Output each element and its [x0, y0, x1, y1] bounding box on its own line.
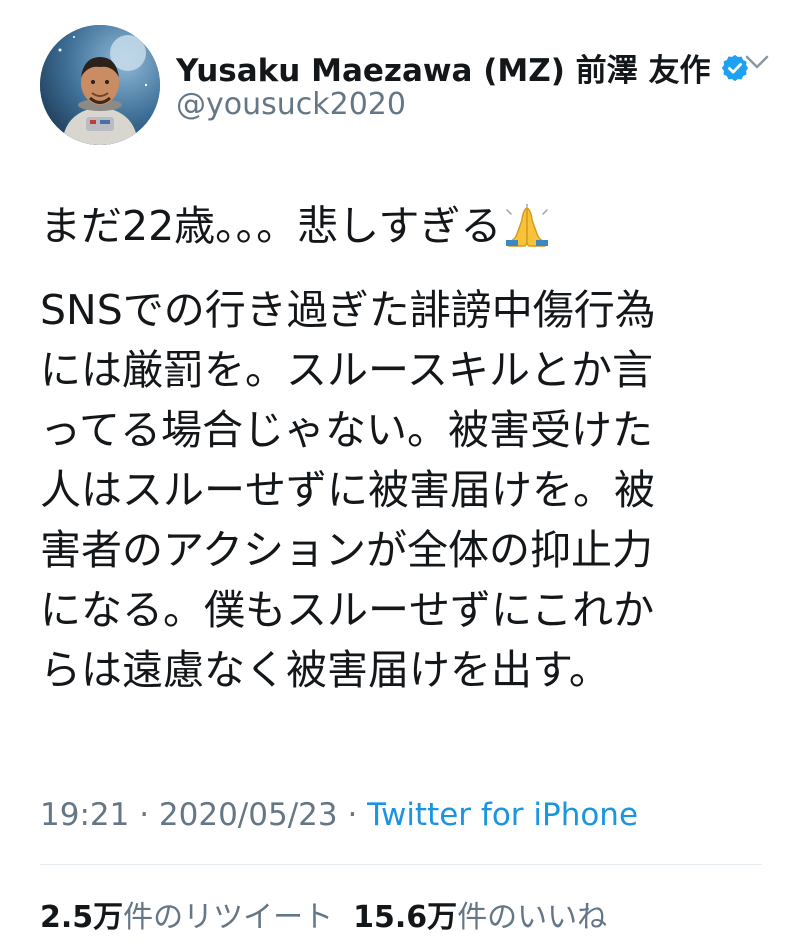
- folded-hands-emoji-icon: [506, 204, 549, 247]
- tweet-header: Yusaku Maezawa (MZ) 前澤 友作 @yousuck2020: [40, 25, 770, 150]
- tweet-line: SNSでの行き過ぎた誹謗中傷行為: [40, 286, 656, 334]
- author-handle[interactable]: @yousuck2020: [176, 87, 406, 122]
- tweet-line: 人はスルーせずに被害届けを。被: [40, 466, 655, 514]
- tweet-meta: 19:21 · 2020/05/23 · Twitter for iPhone: [40, 797, 638, 833]
- tweet-text: まだ22歳。。。悲しすぎる SNSでの行き過ぎた誹謗中傷行為 には厳罰を。スルー…: [40, 196, 760, 700]
- likes-stat[interactable]: 15.6万件のいいね: [353, 900, 607, 935]
- author-name-row[interactable]: Yusaku Maezawa (MZ) 前澤 友作: [176, 45, 750, 90]
- tweet-source-link[interactable]: Twitter for iPhone: [367, 797, 638, 833]
- tweet-line: 害者のアクションが全体の抑止力: [40, 526, 653, 574]
- tweet-line: になる。僕もスルーせずにこれか: [40, 586, 655, 634]
- tweet-time[interactable]: 19:21: [40, 797, 129, 833]
- likes-count: 15.6万: [353, 900, 458, 935]
- tweet-paragraph-1: まだ22歳。。。悲しすぎる: [40, 196, 760, 256]
- avatar[interactable]: [40, 25, 160, 145]
- divider: [40, 864, 762, 865]
- tweet-date[interactable]: 2020/05/23: [159, 797, 338, 833]
- tweet-line: らは遠慮なく被害届けを出す。: [40, 646, 610, 694]
- meta-separator: ·: [337, 797, 368, 833]
- tweet-line-1: まだ22歳。。。悲しすぎる: [40, 202, 502, 250]
- retweets-stat[interactable]: 2.5万件のリツイート: [40, 900, 333, 935]
- meta-separator: ·: [129, 797, 159, 833]
- tweet-line: ってる場合じゃない。被害受けた: [40, 406, 653, 454]
- likes-label: 件のいいね: [457, 900, 608, 935]
- chevron-down-icon[interactable]: [744, 53, 770, 71]
- author-display-name[interactable]: Yusaku Maezawa (MZ) 前澤 友作: [176, 45, 710, 90]
- avatar-illustration: [40, 25, 160, 145]
- tweet-paragraph-2: SNSでの行き過ぎた誹謗中傷行為 には厳罰を。スルースキルとか言 ってる場合じゃ…: [40, 280, 760, 700]
- retweets-label: 件のリツイート: [123, 900, 334, 935]
- tweet-stats: 2.5万件のリツイート 15.6万件のいいね: [40, 892, 607, 936]
- retweets-count: 2.5万: [40, 900, 124, 935]
- tweet-line: には厳罰を。スルースキルとか言: [40, 346, 653, 394]
